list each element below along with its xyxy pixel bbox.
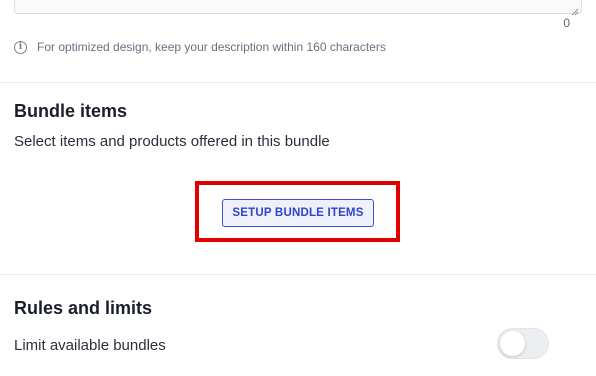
resize-handle-icon[interactable] xyxy=(571,3,579,16)
rules-and-limits-title: Rules and limits xyxy=(14,298,153,318)
toggle-knob xyxy=(500,331,525,356)
character-count: 0 xyxy=(563,16,570,30)
bundle-items-title: Bundle items xyxy=(14,101,128,121)
section-divider xyxy=(0,82,596,83)
limit-available-bundles-label: Limit available bundles xyxy=(14,337,166,354)
info-icon: i xyxy=(14,40,27,54)
setup-bundle-items-button[interactable]: SETUP BUNDLE ITEMS xyxy=(222,199,374,227)
description-hint: i For optimized design, keep your descri… xyxy=(14,40,386,54)
bundle-items-description: Select items and products offered in thi… xyxy=(14,133,330,150)
section-divider xyxy=(0,274,596,275)
hint-text: For optimized design, keep your descript… xyxy=(37,40,386,54)
limit-available-bundles-toggle[interactable] xyxy=(497,328,549,359)
description-textarea[interactable] xyxy=(14,0,582,16)
